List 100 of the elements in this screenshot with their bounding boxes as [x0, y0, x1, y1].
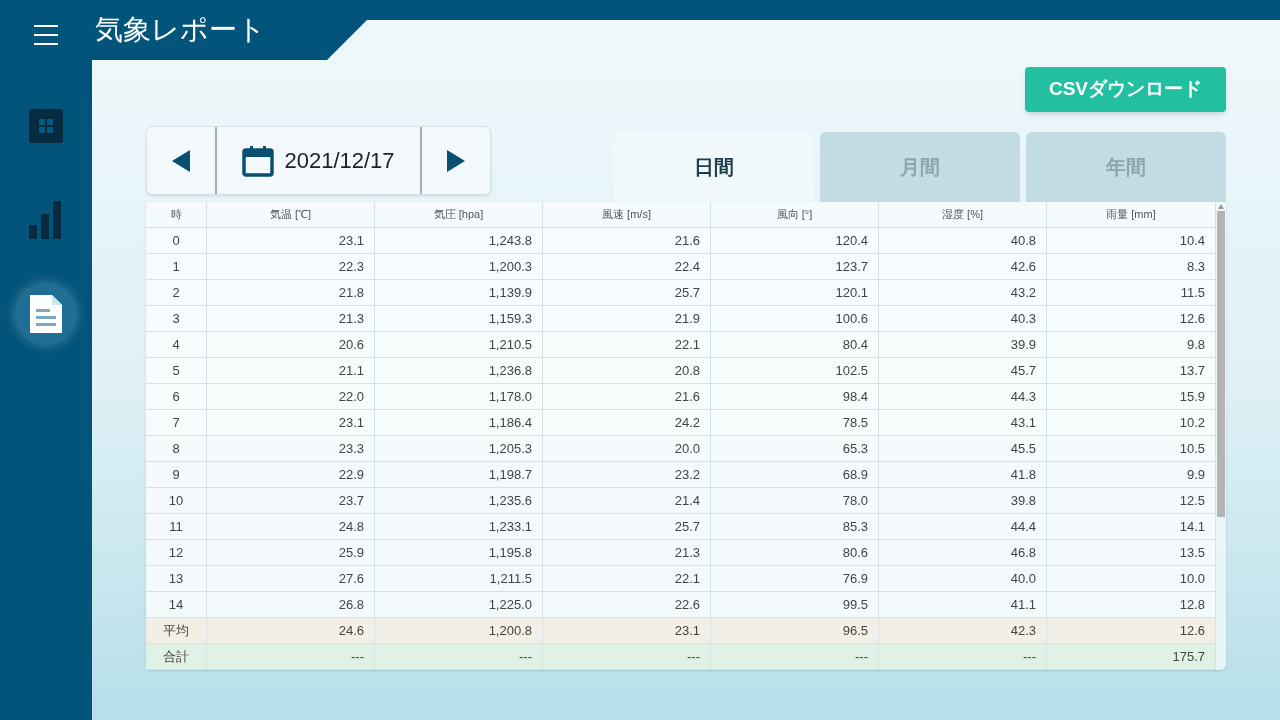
table-cell: 22.1 — [543, 332, 711, 357]
table-cell: 21.6 — [543, 228, 711, 253]
table-cell: 1,243.8 — [375, 228, 543, 253]
table-cell: 10 — [146, 488, 207, 513]
table-cell: 1,236.8 — [375, 358, 543, 383]
table-cell: 1,235.6 — [375, 488, 543, 513]
table-cell: 22.1 — [543, 566, 711, 591]
table-cell: 1,200.8 — [375, 618, 543, 643]
table-cell: 65.3 — [711, 436, 879, 461]
table-cell: 14 — [146, 592, 207, 617]
period-tab[interactable]: 日間 — [614, 132, 814, 202]
table-cell: 76.9 — [711, 566, 879, 591]
table-cell: 100.6 — [711, 306, 879, 331]
table-cell: 98.4 — [711, 384, 879, 409]
scroll-up-icon[interactable] — [1218, 204, 1224, 209]
table-cell: 41.1 — [879, 592, 1047, 617]
table-cell: --- — [207, 644, 375, 669]
table-cell: 21.4 — [543, 488, 711, 513]
table-cell: 39.9 — [879, 332, 1047, 357]
table-cell: 10.2 — [1047, 410, 1216, 435]
table-cell: 3 — [146, 306, 207, 331]
table-cell: --- — [375, 644, 543, 669]
table-cell: 1,186.4 — [375, 410, 543, 435]
table-cell: 1,205.3 — [375, 436, 543, 461]
table-cell: 13 — [146, 566, 207, 591]
table-cell: 120.4 — [711, 228, 879, 253]
left-triangle-icon — [172, 149, 190, 172]
table-cell: 9.8 — [1047, 332, 1216, 357]
table-cell: 78.0 — [711, 488, 879, 513]
table-cell: 23.7 — [207, 488, 375, 513]
table-cell: 42.6 — [879, 254, 1047, 279]
table-cell: 1,233.1 — [375, 514, 543, 539]
table-cell: 46.8 — [879, 540, 1047, 565]
table-cell: 21.6 — [543, 384, 711, 409]
document-icon — [30, 295, 62, 333]
scrollbar-thumb[interactable] — [1217, 211, 1225, 517]
column-header: 気圧 [hpa] — [375, 202, 543, 227]
table-cell: 26.8 — [207, 592, 375, 617]
table-cell: 40.3 — [879, 306, 1047, 331]
table-cell: 12.6 — [1047, 618, 1216, 643]
table-cell: 44.3 — [879, 384, 1047, 409]
table-cell: 21.3 — [543, 540, 711, 565]
table-cell: 13.7 — [1047, 358, 1216, 383]
table-cell: 21.3 — [207, 306, 375, 331]
column-header: 気温 [℃] — [207, 202, 375, 227]
bar-chart-icon — [29, 201, 63, 239]
nav-item[interactable] — [15, 283, 77, 345]
table-cell: 23.3 — [207, 436, 375, 461]
table-cell: 99.5 — [711, 592, 879, 617]
table-cell: 5 — [146, 358, 207, 383]
table-cell: 7 — [146, 410, 207, 435]
table-cell: 6 — [146, 384, 207, 409]
period-tab[interactable]: 月間 — [820, 132, 1020, 202]
table-cell: 41.8 — [879, 462, 1047, 487]
table-cell: 9.9 — [1047, 462, 1216, 487]
table-cell: 1,210.5 — [375, 332, 543, 357]
table-cell: 13.5 — [1047, 540, 1216, 565]
table-cell: 22.9 — [207, 462, 375, 487]
table-cell: 9 — [146, 462, 207, 487]
table-cell: 68.9 — [711, 462, 879, 487]
table-cell: 21.8 — [207, 280, 375, 305]
table-cell: 1 — [146, 254, 207, 279]
table-cell: --- — [543, 644, 711, 669]
table-cell: 1,195.8 — [375, 540, 543, 565]
table-cell: 20.0 — [543, 436, 711, 461]
table-cell: 1,225.0 — [375, 592, 543, 617]
table-cell: 21.9 — [543, 306, 711, 331]
table-cell: 45.5 — [879, 436, 1047, 461]
table-cell: 22.3 — [207, 254, 375, 279]
table-cell: 23.1 — [207, 410, 375, 435]
table-cell: 11 — [146, 514, 207, 539]
table-cell: 45.7 — [879, 358, 1047, 383]
table-cell: 23.2 — [543, 462, 711, 487]
table-cell: 44.4 — [879, 514, 1047, 539]
right-triangle-icon — [447, 149, 465, 172]
table-cell: 85.3 — [711, 514, 879, 539]
table-cell: --- — [711, 644, 879, 669]
table-cell: 25.7 — [543, 280, 711, 305]
table-cell: 合計 — [146, 644, 207, 669]
table-cell: 12 — [146, 540, 207, 565]
table-cell: 80.4 — [711, 332, 879, 357]
period-tab[interactable]: 年間 — [1026, 132, 1226, 202]
table-cell: 22.4 — [543, 254, 711, 279]
table-cell: 0 — [146, 228, 207, 253]
column-header: 湿度 [%] — [879, 202, 1047, 227]
table-cell: 24.8 — [207, 514, 375, 539]
column-header: 雨量 [mm] — [1047, 202, 1216, 227]
table-cell: 43.2 — [879, 280, 1047, 305]
table-cell: 10.5 — [1047, 436, 1216, 461]
table-cell: 12.6 — [1047, 306, 1216, 331]
table-cell: 80.6 — [711, 540, 879, 565]
table-cell: 1,159.3 — [375, 306, 543, 331]
table-cell: 1,198.7 — [375, 462, 543, 487]
menu-icon[interactable] — [34, 25, 58, 45]
table-cell: 123.7 — [711, 254, 879, 279]
table-cell: 20.6 — [207, 332, 375, 357]
table-cell: 1,139.9 — [375, 280, 543, 305]
table-cell: 175.7 — [1047, 644, 1216, 669]
csv-download-button[interactable]: CSVダウンロード — [1025, 67, 1226, 112]
table-cell: 平均 — [146, 618, 207, 643]
